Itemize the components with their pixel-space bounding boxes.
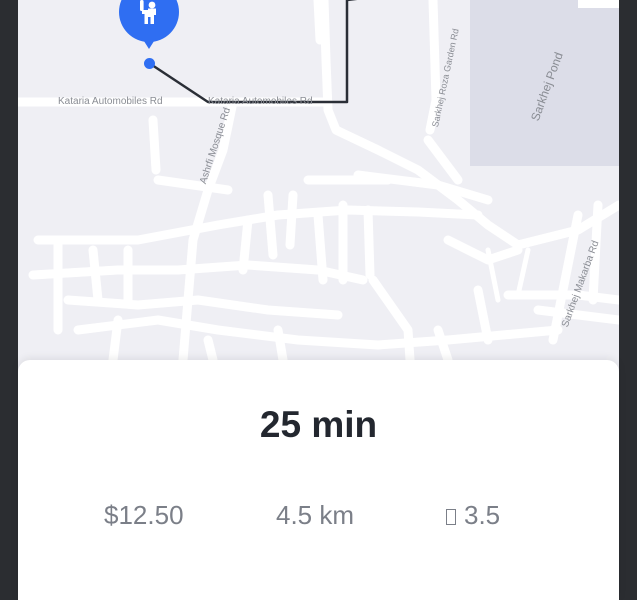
person-waving-icon: [140, 0, 156, 24]
pickup-dot: [144, 58, 155, 69]
eta-text: 25 min: [259, 404, 378, 445]
pin-tail: [142, 38, 156, 49]
trip-summary-sheet: 25 min $12.50 4.5 km 3.5: [18, 360, 619, 600]
street-label-kataria-right: Kataria Automobiles Rd: [208, 96, 313, 107]
street-label-kataria-left: Kataria Automobiles Rd: [58, 96, 163, 107]
rating-value: 3.5: [464, 500, 501, 530]
distance-text: 4.5 km: [276, 500, 354, 531]
rating-icon: [446, 508, 456, 525]
price-value: $12.50: [104, 500, 184, 530]
rating-text: 3.5: [446, 500, 500, 531]
price-text: $12.50: [104, 500, 184, 531]
distance-value: 4.5 km: [276, 500, 355, 530]
route-line: [148, 0, 358, 104]
